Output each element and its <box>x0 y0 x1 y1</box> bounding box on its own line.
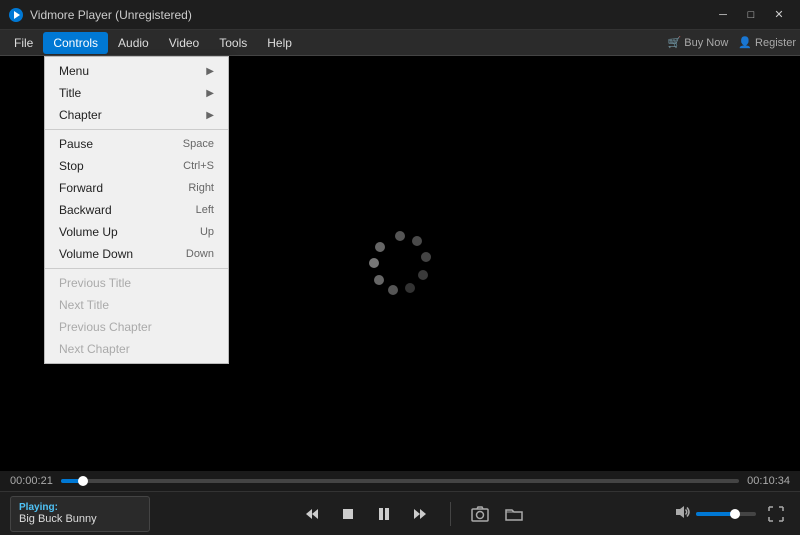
menu-audio[interactable]: Audio <box>108 32 159 54</box>
dd-volume-up[interactable]: Volume Up Up <box>45 221 228 243</box>
submenu-arrow-menu: ▶ <box>206 66 214 77</box>
dd-stop[interactable]: Stop Ctrl+S <box>45 155 228 177</box>
titlebar: Vidmore Player (Unregistered) ─ □ ✕ <box>0 0 800 30</box>
current-time: 00:00:21 <box>10 475 53 487</box>
user-icon: 👤 <box>738 36 752 49</box>
forward-button[interactable] <box>406 500 434 528</box>
separator-1 <box>45 129 228 130</box>
close-button[interactable]: ✕ <box>766 5 792 25</box>
header-actions: 🛒 Buy Now 👤 Register <box>668 36 796 49</box>
volume-track[interactable] <box>696 512 756 516</box>
volume-button[interactable] <box>674 504 690 523</box>
screenshot-button[interactable] <box>467 501 493 527</box>
dd-title[interactable]: Title ▶ <box>45 82 228 104</box>
play-pause-button[interactable] <box>370 500 398 528</box>
stop-button[interactable] <box>334 500 362 528</box>
app-logo <box>8 7 24 23</box>
dd-chapter[interactable]: Chapter ▶ <box>45 104 228 126</box>
register-link[interactable]: 👤 Register <box>738 36 796 49</box>
dd-volume-down[interactable]: Volume Down Down <box>45 243 228 265</box>
submenu-arrow-title: ▶ <box>206 88 214 99</box>
menu-help[interactable]: Help <box>257 32 302 54</box>
dd-pause[interactable]: Pause Space <box>45 133 228 155</box>
playing-label: Playing: <box>19 502 141 513</box>
dd-backward[interactable]: Backward Left <box>45 199 228 221</box>
window-controls: ─ □ ✕ <box>710 5 792 25</box>
folder-button[interactable] <box>501 501 527 527</box>
separator-2 <box>45 268 228 269</box>
controls-bar: Playing: Big Buck Bunny <box>0 491 800 535</box>
loading-spinner <box>360 224 440 304</box>
menu-file[interactable]: File <box>4 32 43 54</box>
dd-forward[interactable]: Forward Right <box>45 177 228 199</box>
dd-menu[interactable]: Menu ▶ <box>45 60 228 82</box>
progress-thumb[interactable] <box>78 476 88 486</box>
total-time: 00:10:34 <box>747 475 790 487</box>
rewind-button[interactable] <box>298 500 326 528</box>
playing-title: Big Buck Bunny <box>19 513 141 525</box>
volume-icon <box>674 504 690 520</box>
controls-dropdown: Menu ▶ Title ▶ Chapter ▶ Pause Space Sto… <box>44 56 229 364</box>
screenshot-icon <box>471 506 489 522</box>
restore-button[interactable]: □ <box>738 5 764 25</box>
cart-icon: 🛒 <box>668 36 682 49</box>
rewind-icon <box>304 506 320 522</box>
dd-prev-chapter: Previous Chapter <box>45 316 228 338</box>
submenu-arrow-chapter: ▶ <box>206 110 214 121</box>
minimize-button[interactable]: ─ <box>710 5 736 25</box>
divider <box>450 502 451 526</box>
now-playing-panel: Playing: Big Buck Bunny <box>10 496 150 532</box>
progress-track[interactable] <box>61 479 739 483</box>
fullscreen-icon <box>768 506 784 522</box>
menu-tools[interactable]: Tools <box>209 32 257 54</box>
menu-video[interactable]: Video <box>159 32 209 54</box>
pause-icon <box>376 506 392 522</box>
folder-icon <box>505 506 523 522</box>
right-controls <box>674 500 790 528</box>
app-title: Vidmore Player (Unregistered) <box>30 8 710 22</box>
dd-next-title: Next Title <box>45 294 228 316</box>
progress-area: 00:00:21 00:10:34 <box>0 471 800 491</box>
menubar: File Controls Audio Video Tools Help 🛒 B… <box>0 30 800 56</box>
dd-prev-title: Previous Title <box>45 272 228 294</box>
stop-icon <box>341 507 355 521</box>
center-controls <box>150 500 674 528</box>
dd-next-chapter: Next Chapter <box>45 338 228 360</box>
volume-thumb[interactable] <box>730 509 740 519</box>
menu-controls[interactable]: Controls <box>43 32 108 54</box>
buy-now-link[interactable]: 🛒 Buy Now <box>668 36 729 49</box>
fullscreen-button[interactable] <box>762 500 790 528</box>
forward-icon <box>412 506 428 522</box>
